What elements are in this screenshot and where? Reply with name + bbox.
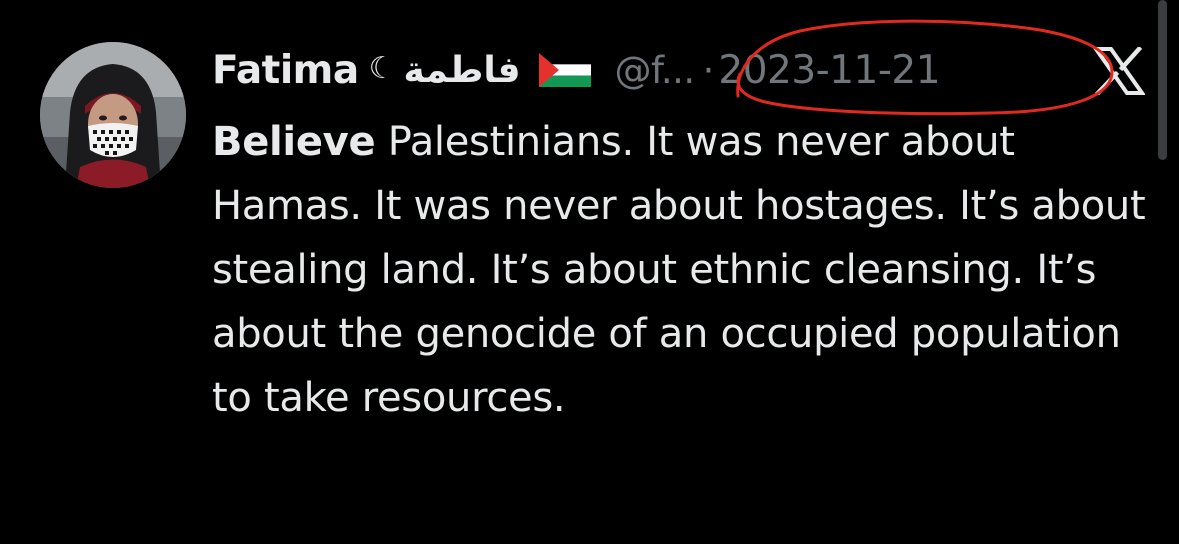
tweet-date[interactable]: 2023-11-21 — [718, 48, 940, 93]
tweet-text: Believe Palestinians. It was never about… — [212, 110, 1152, 430]
palestine-flag-icon — [538, 53, 591, 87]
crescent-moon-icon: ☾ — [368, 50, 396, 86]
avatar[interactable] — [40, 42, 186, 188]
profile-photo-icon — [40, 42, 186, 188]
display-name[interactable]: Fatima — [212, 48, 359, 93]
display-name-arabic[interactable]: فاطمة — [404, 50, 521, 91]
tweet-card[interactable]: Fatima ☾ فاطمة @f... · 2023-11-21 Believ… — [0, 0, 1179, 544]
tweet-text-bold-lead: Believe — [212, 119, 376, 165]
tweet-header: Fatima ☾ فاطمة @f... · 2023-11-21 — [212, 42, 941, 98]
scrollbar[interactable] — [1158, 0, 1167, 160]
x-logo-icon — [1092, 45, 1146, 97]
separator-dot: · — [702, 48, 715, 92]
user-handle[interactable]: @f... — [615, 49, 696, 92]
